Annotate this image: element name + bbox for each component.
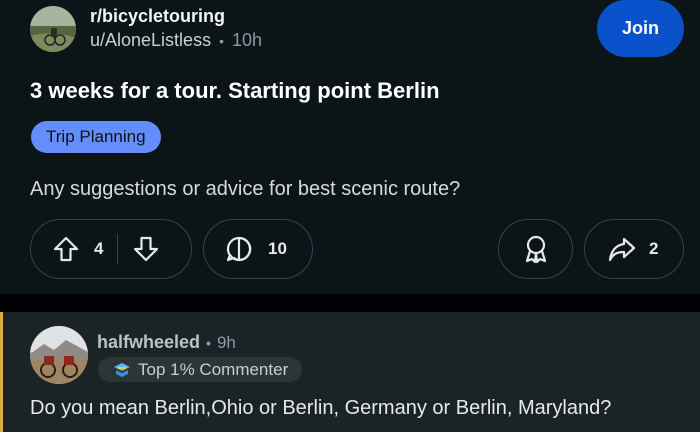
- post-meta: u/AloneListless • 10h: [90, 30, 262, 51]
- comment-accent-bar: [0, 312, 3, 432]
- share-icon: [607, 235, 637, 263]
- comments-button[interactable]: 10: [203, 219, 313, 279]
- comment-count: 10: [268, 239, 287, 258]
- post-flair[interactable]: Trip Planning: [31, 121, 161, 153]
- share-button[interactable]: 2: [584, 219, 684, 279]
- downvote-icon[interactable]: [132, 235, 160, 263]
- comment-text: Do you mean Berlin,Ohio or Berlin, Germa…: [30, 397, 612, 419]
- commenter-avatar[interactable]: [30, 326, 88, 384]
- post-time: 10h: [231, 30, 263, 50]
- upvote-icon[interactable]: [52, 235, 80, 263]
- comment-card: halfwheeled • 9h Top 1% Commenter Do you…: [0, 312, 700, 432]
- commenter-username[interactable]: halfwheeled: [97, 332, 200, 353]
- meta-separator: •: [219, 32, 224, 49]
- vote-count: 4: [94, 239, 104, 258]
- comment-meta: halfwheeled • 9h: [97, 332, 236, 353]
- post-title[interactable]: 3 weeks for a tour. Starting point Berli…: [30, 78, 440, 104]
- commenter-badge-icon: [112, 361, 132, 379]
- post-body[interactable]: Any suggestions or advice for best sceni…: [30, 178, 460, 201]
- comment-icon: [224, 234, 254, 264]
- badge-label: Top 1% Commenter: [138, 359, 289, 379]
- share-count: 2: [649, 239, 659, 258]
- subreddit-name[interactable]: r/bicycletouring: [90, 6, 225, 27]
- post-card: r/bicycletouring u/AloneListless • 10h J…: [0, 0, 700, 294]
- award-icon: [522, 234, 550, 264]
- section-divider: [0, 294, 700, 312]
- post-author[interactable]: u/AloneListless: [90, 30, 211, 51]
- vote-divider: [117, 234, 119, 264]
- commenter-badge: Top 1% Commenter: [98, 357, 303, 382]
- subreddit-avatar[interactable]: [30, 6, 76, 52]
- meta-separator: •: [206, 334, 211, 351]
- vote-control: 4: [30, 219, 192, 279]
- join-button[interactable]: Join: [597, 0, 684, 57]
- comment-time: 9h: [216, 332, 236, 352]
- award-button[interactable]: [498, 219, 573, 279]
